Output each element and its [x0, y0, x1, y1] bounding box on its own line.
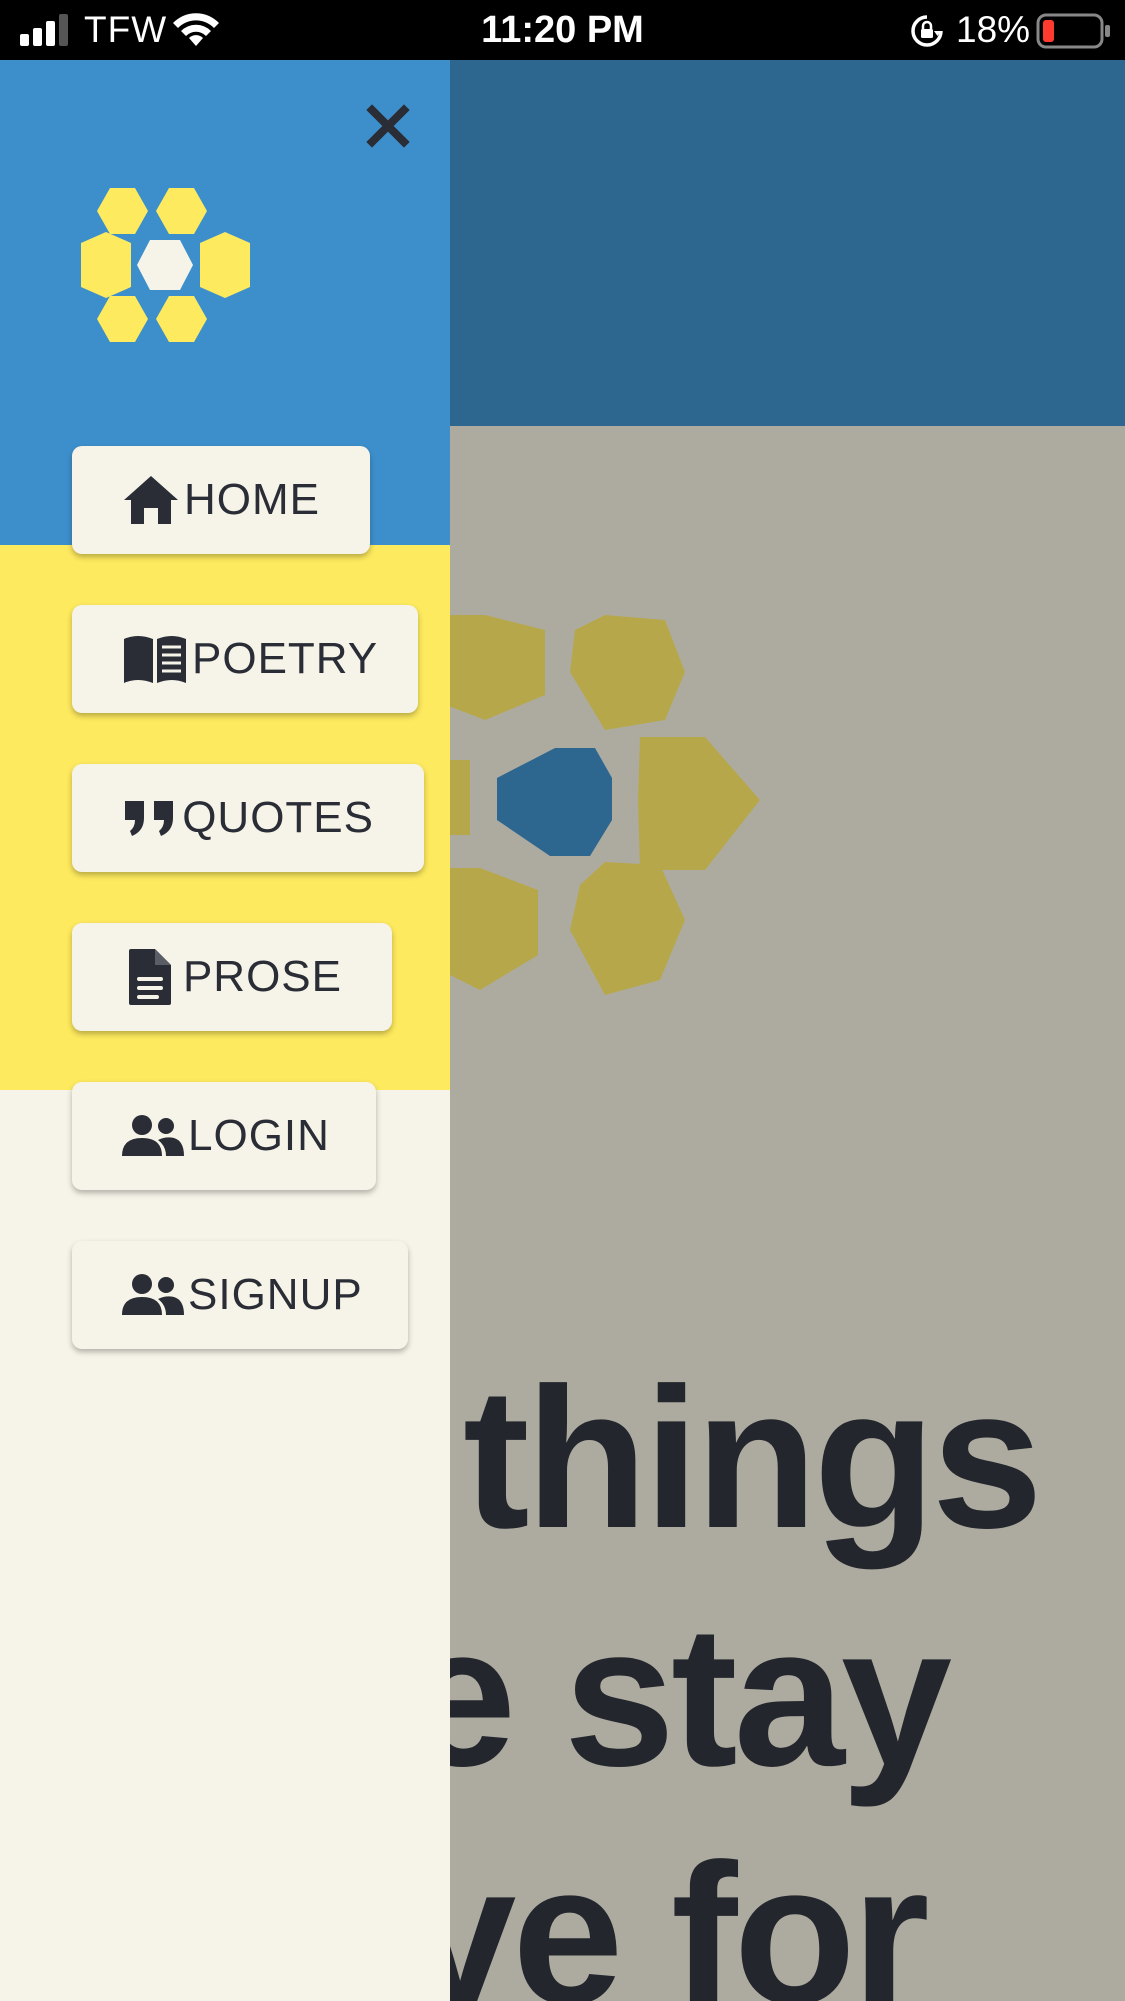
document-icon: [122, 947, 179, 1007]
book-icon: [122, 629, 188, 689]
logo-center: [137, 240, 193, 290]
navigation-drawer: HOME POETRY QUOTES PROSE LOGIN SIGNUP: [0, 60, 450, 2001]
close-button[interactable]: [358, 96, 418, 156]
nav-login-button[interactable]: LOGIN: [72, 1082, 376, 1190]
hero-line-1: things: [463, 1347, 1043, 1570]
nav-prose-button[interactable]: PROSE: [72, 923, 392, 1031]
home-icon: [122, 470, 180, 530]
hero-line-3: ve for: [405, 1823, 930, 2001]
nav-quotes-button[interactable]: QUOTES: [72, 764, 424, 872]
hero-logo-center: [497, 748, 612, 856]
status-bar: TFW 11:20 PM 18%: [0, 0, 1125, 60]
quote-icon: [122, 788, 178, 848]
nav-login-label: LOGIN: [188, 1111, 330, 1160]
nav-home-button[interactable]: HOME: [72, 446, 370, 554]
nav-prose-label: PROSE: [182, 952, 342, 1001]
rotation-lock-icon: [911, 15, 943, 47]
nav-signup-label: SIGNUP: [188, 1270, 363, 1319]
battery-percentage: 18%: [956, 9, 1031, 50]
nav-poetry-button[interactable]: POETRY: [72, 605, 418, 713]
nav-signup-button[interactable]: SIGNUP: [72, 1241, 408, 1349]
hero-line-2: e stay: [405, 1585, 952, 1808]
close-icon: [366, 104, 410, 148]
hero-honeycomb-logo: [420, 615, 760, 995]
hero-headline: things e stay ve for: [405, 1340, 1125, 2001]
nav-quotes-label: QUOTES: [182, 793, 374, 842]
honeycomb-logo: [81, 188, 250, 342]
battery-icon: [1036, 13, 1110, 49]
users-icon: [122, 1265, 184, 1325]
users-icon: [122, 1106, 184, 1166]
nav-home-label: HOME: [184, 475, 320, 524]
nav-poetry-label: POETRY: [192, 634, 379, 683]
